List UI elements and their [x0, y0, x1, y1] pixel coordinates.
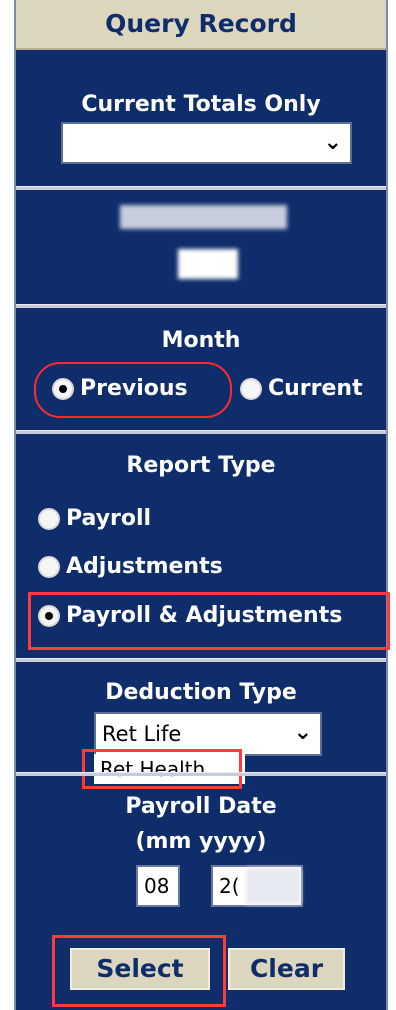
radio-icon — [240, 377, 262, 400]
employee-id-label-blurred — [120, 205, 287, 229]
payroll-year-value: 2( — [219, 874, 240, 898]
report-payroll-adjustments-option[interactable]: Payroll & Adjustments — [38, 603, 342, 628]
query-record-panel: Query Record Current Totals Only ⌄ Month… — [14, 0, 390, 1010]
divider-1 — [16, 186, 386, 190]
divider-4 — [16, 658, 386, 662]
radio-icon — [38, 555, 60, 578]
report-payroll-label: Payroll — [66, 506, 152, 531]
annotation-box-deduction-option — [82, 749, 242, 789]
employee-id-input[interactable] — [178, 249, 238, 279]
current-totals-select[interactable]: ⌄ — [61, 122, 352, 164]
radio-icon — [38, 507, 60, 530]
radio-icon — [52, 377, 74, 400]
report-payroll-option[interactable]: Payroll — [38, 506, 151, 531]
deduction-type-selected: Ret Life — [102, 722, 182, 746]
report-adjustments-label: Adjustments — [66, 554, 223, 579]
report-adjustments-option[interactable]: Adjustments — [38, 554, 223, 579]
month-previous-option[interactable]: Previous — [52, 376, 188, 401]
chevron-down-icon: ⌄ — [323, 130, 342, 155]
payroll-year-blur — [246, 868, 301, 904]
month-current-option[interactable]: Current — [240, 376, 363, 401]
payroll-date-format: (mm yyyy) — [135, 829, 267, 854]
report-type-label: Report Type — [126, 453, 276, 478]
divider-5 — [16, 772, 386, 776]
payroll-month-input[interactable]: 08 — [136, 865, 180, 907]
divider-3 — [16, 430, 386, 434]
payroll-date-label: Payroll Date — [125, 794, 277, 819]
select-button[interactable]: Select — [70, 948, 210, 990]
clear-button[interactable]: Clear — [228, 948, 345, 990]
month-previous-label: Previous — [80, 376, 188, 401]
deduction-type-label: Deduction Type — [105, 680, 297, 705]
report-payroll-adjustments-label: Payroll & Adjustments — [66, 603, 343, 628]
chevron-down-icon: ⌄ — [293, 720, 312, 745]
panel-title: Query Record — [16, 0, 386, 50]
month-current-label: Current — [268, 376, 363, 401]
radio-icon — [38, 604, 60, 627]
current-totals-label: Current Totals Only — [81, 92, 321, 117]
month-label: Month — [161, 328, 241, 353]
divider-2 — [16, 304, 386, 308]
